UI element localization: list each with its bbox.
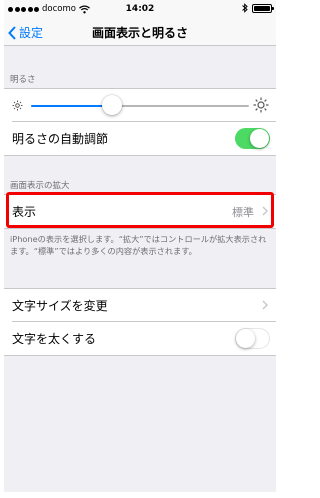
zoom-group: 表示 標準 (4, 194, 276, 229)
auto-brightness-label: 明るさの自動調節 (12, 132, 109, 146)
battery-icon (252, 3, 274, 13)
view-value: 標準 (232, 206, 254, 219)
device-frame: docomo 14:02 設定 画面表示と明るさ 明るさ 明るさの自動調節 画面… (0, 0, 280, 498)
brightness-section-header: 明るさ (10, 75, 36, 85)
sun-large-icon (253, 97, 269, 113)
bluetooth-icon (242, 3, 248, 13)
status-time: 14:02 (125, 4, 155, 14)
zoom-footer-note: iPhoneの表示を選択します。“拡大”ではコントロールが拡大表示されます。“標… (10, 234, 267, 256)
navigation-bar: 設定 画面表示と明るさ (4, 18, 276, 46)
brightness-slider[interactable] (31, 95, 249, 115)
text-size-label: 文字サイズを変更 (12, 299, 108, 313)
view-row[interactable]: 表示 標準 (4, 195, 276, 228)
text-group: 文字サイズを変更 文字を太くする (4, 288, 276, 356)
chevron-right-icon (262, 206, 268, 216)
brightness-slider-thumb[interactable] (101, 95, 122, 115)
auto-brightness-row: 明るさの自動調節 (4, 122, 276, 155)
sun-small-icon (12, 100, 23, 111)
view-label: 表示 (12, 205, 37, 219)
status-bar: docomo 14:02 (4, 0, 276, 18)
page-title: 画面表示と明るさ (91, 26, 188, 40)
zoom-section-header: 画面表示の拡大 (10, 181, 70, 191)
bold-text-label: 文字を太くする (12, 332, 97, 346)
auto-brightness-toggle[interactable] (235, 128, 270, 149)
brightness-group: 明るさの自動調節 (4, 88, 276, 156)
brightness-slider-row (4, 89, 276, 122)
brightness-slider-fill (31, 105, 112, 107)
screen: docomo 14:02 設定 画面表示と明るさ 明るさ 明るさの自動調節 画面… (4, 0, 276, 492)
chevron-right-icon (262, 300, 268, 310)
bold-text-row: 文字を太くする (4, 322, 276, 355)
bold-text-toggle[interactable] (235, 328, 270, 349)
text-size-row[interactable]: 文字サイズを変更 (4, 289, 276, 322)
